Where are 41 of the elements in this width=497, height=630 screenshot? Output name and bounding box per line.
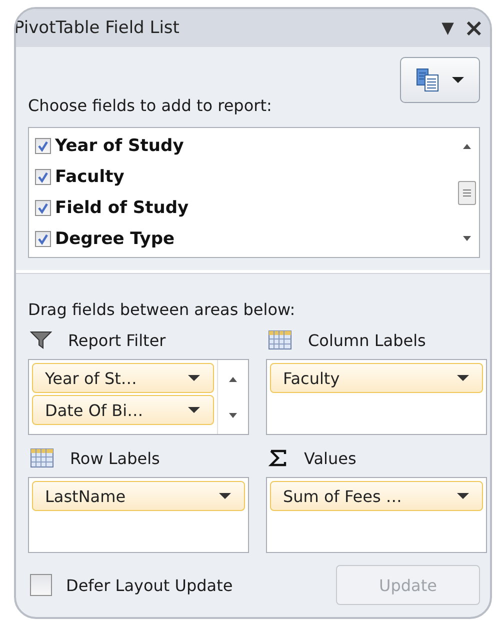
area-label: Row Labels xyxy=(70,448,160,468)
checkbox[interactable] xyxy=(35,230,51,247)
prompt-label: Choose fields to add to report: xyxy=(28,96,272,115)
area-label: Report Filter xyxy=(68,330,166,350)
field-chip[interactable]: Year of St… xyxy=(32,363,214,393)
grid-icon xyxy=(268,330,292,350)
close-button[interactable]: × xyxy=(464,16,484,40)
sigma-icon xyxy=(268,448,288,468)
caret-icon[interactable] xyxy=(456,492,470,500)
menu-button[interactable]: ▼ xyxy=(442,20,454,36)
scroll-up-icon[interactable] xyxy=(227,374,239,382)
field-chip[interactable]: Date Of Bi… xyxy=(32,395,214,425)
field-chip[interactable]: Sum of Fees … xyxy=(270,481,483,511)
area-label: Column Labels xyxy=(308,330,426,350)
checkbox[interactable] xyxy=(35,200,51,216)
scroll-down-icon[interactable] xyxy=(461,235,473,243)
caret-icon[interactable] xyxy=(456,374,470,382)
window-title: PivotTable Field List xyxy=(16,18,180,38)
field-chip[interactable]: LastName xyxy=(32,481,245,511)
checkbox[interactable] xyxy=(30,574,52,596)
area-label: Values xyxy=(304,448,356,468)
checkbox-label[interactable]: Defer Layout Update xyxy=(66,576,322,594)
layout-button[interactable] xyxy=(400,57,480,103)
field-name[interactable]: Faculty xyxy=(55,167,124,188)
scroll-up-icon[interactable] xyxy=(461,142,473,150)
checkbox[interactable] xyxy=(35,138,51,154)
field-name[interactable]: Field of Study xyxy=(55,198,189,218)
grid-icon xyxy=(30,448,54,468)
caret-icon[interactable] xyxy=(187,374,201,382)
field-chip[interactable]: Faculty xyxy=(270,363,483,393)
checkbox[interactable] xyxy=(35,169,51,186)
scroll-down-icon[interactable] xyxy=(227,412,239,420)
field-name[interactable]: Year of Study xyxy=(55,136,184,156)
caret-icon xyxy=(451,76,465,84)
caret-icon[interactable] xyxy=(187,406,201,414)
caret-icon[interactable] xyxy=(218,492,232,500)
field-name[interactable]: Degree Type xyxy=(55,228,175,249)
drag-hint-label: Drag fields between areas below: xyxy=(28,300,296,319)
layout-icon xyxy=(415,67,441,93)
scroll-thumb[interactable] xyxy=(458,180,476,204)
filter-icon xyxy=(30,330,52,350)
